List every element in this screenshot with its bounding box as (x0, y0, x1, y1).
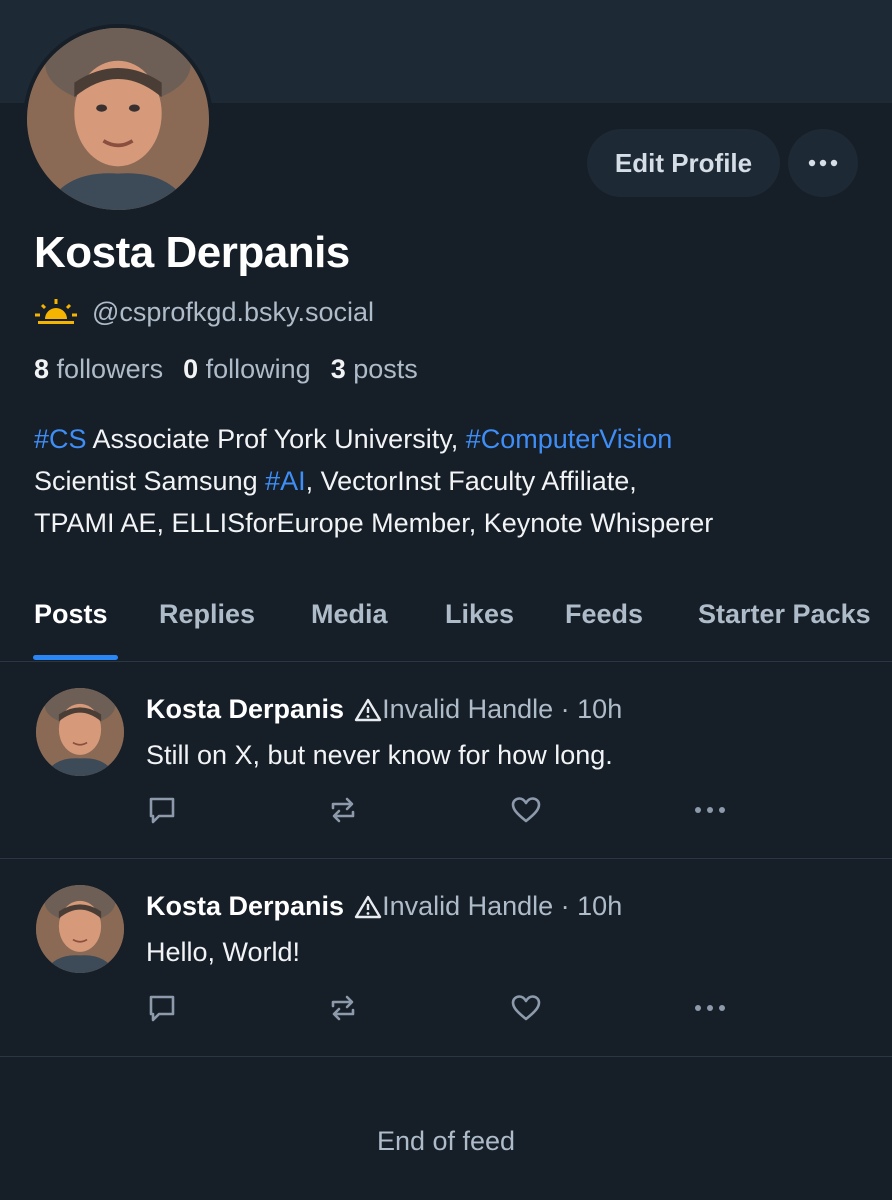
profile-handle: @csprofkgd.bsky.social (92, 296, 375, 327)
repost-button[interactable] (325, 990, 361, 1026)
post-avatar[interactable] (36, 688, 124, 776)
repost-icon (331, 797, 355, 823)
ellipsis-icon (695, 807, 725, 813)
heart-icon (511, 797, 541, 823)
comment-icon (149, 995, 175, 1022)
end-of-feed-text: End of feed (376, 1126, 516, 1156)
following-count: 0 (183, 354, 199, 384)
profile-tabs: Posts Replies Media Likes Feeds Starter … (0, 596, 892, 662)
post-avatar[interactable] (36, 885, 124, 973)
bio-text-4: TPAMI AE, ELLISforEurope Member, Keynote… (34, 508, 714, 538)
tab-media[interactable]: Media (311, 596, 388, 662)
followers-label: followers (56, 354, 164, 384)
ellipsis-icon (695, 1005, 725, 1011)
bio-text-1: Associate Prof York University, (86, 424, 466, 454)
tab-replies[interactable]: Replies (159, 596, 255, 662)
active-tab-indicator (33, 655, 118, 660)
profile-name: Kosta Derpanis (34, 228, 350, 277)
avatar-photo-icon (36, 688, 124, 776)
warning-triangle-icon (354, 895, 382, 918)
profile-stats: 8 followers 0 following 3 posts (34, 354, 418, 385)
hashtag-ai[interactable]: #AI (265, 466, 306, 496)
bio-text-3: , VectorInst Faculty Affiliate, (305, 466, 637, 496)
feed-post[interactable]: Kosta Derpanis Invalid Handle · 10h Hell… (0, 859, 892, 1057)
post-text: Hello, World! (146, 937, 301, 967)
reply-button[interactable] (144, 990, 180, 1026)
bio-text-2: Scientist Samsung (34, 466, 266, 496)
repost-icon (331, 995, 355, 1021)
sunrise-icon (35, 299, 77, 324)
edit-profile-button[interactable]: Edit Profile (587, 129, 780, 197)
profile-more-button[interactable] (788, 129, 858, 197)
warning-triangle-icon (354, 698, 382, 721)
followers-count: 8 (34, 354, 50, 384)
posts-count: 3 (330, 354, 346, 384)
feed-post[interactable]: Kosta Derpanis Invalid Handle · 10h Stil… (0, 662, 892, 859)
like-button[interactable] (508, 792, 544, 828)
following-stat[interactable]: 0 following (183, 354, 311, 385)
repost-button[interactable] (325, 792, 361, 828)
tab-likes[interactable]: Likes (445, 596, 514, 662)
profile-bio: #CS Associate Prof York University, #Com… (34, 418, 864, 544)
post-more-button[interactable] (692, 990, 728, 1026)
like-button[interactable] (508, 990, 544, 1026)
post-header: Kosta Derpanis Invalid Handle · 10h (146, 891, 622, 922)
ellipsis-icon (808, 159, 838, 167)
hashtag-computervision[interactable]: #ComputerVision (466, 424, 673, 454)
post-meta: Invalid Handle · 10h (382, 891, 623, 921)
tab-feeds[interactable]: Feeds (565, 596, 643, 662)
hashtag-cs[interactable]: #CS (34, 424, 87, 454)
followers-stat[interactable]: 8 followers (34, 354, 163, 385)
post-author[interactable]: Kosta Derpanis (146, 891, 344, 922)
posts-label: posts (353, 354, 418, 384)
profile-handle-row: @csprofkgd.bsky.social (34, 294, 374, 330)
post-more-button[interactable] (692, 792, 728, 828)
heart-icon (511, 995, 541, 1021)
comment-icon (149, 797, 175, 824)
reply-button[interactable] (144, 792, 180, 828)
profile-avatar[interactable] (23, 24, 213, 214)
avatar-photo-icon (36, 885, 124, 973)
avatar-photo-icon (27, 28, 209, 210)
tab-starter-packs[interactable]: Starter Packs (698, 596, 871, 662)
post-header: Kosta Derpanis Invalid Handle · 10h (146, 694, 622, 725)
post-author[interactable]: Kosta Derpanis (146, 694, 344, 725)
tab-posts[interactable]: Posts (34, 596, 108, 662)
post-text: Still on X, but never know for how long. (146, 740, 613, 770)
posts-stat: 3 posts (331, 354, 418, 385)
following-label: following (205, 354, 311, 384)
post-meta: Invalid Handle · 10h (382, 694, 623, 724)
